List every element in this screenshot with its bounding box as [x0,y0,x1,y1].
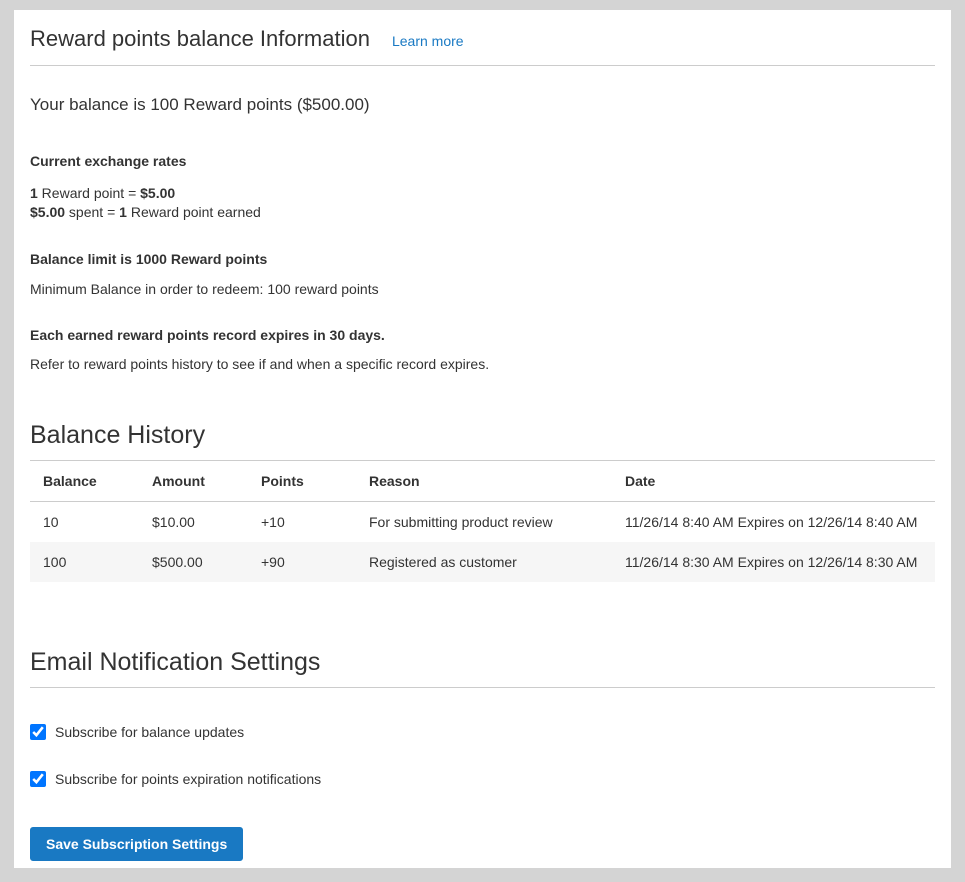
subscribe-expiration-notifications-row: Subscribe for points expiration notifica… [30,771,935,787]
cell-amount: $10.00 [139,502,248,543]
table-header-row: Balance Amount Points Reason Date [30,461,935,502]
cell-amount: $500.00 [139,542,248,582]
subscribe-expiration-notifications-checkbox[interactable] [30,771,46,787]
cell-reason: For submitting product review [356,502,612,543]
cell-date: 11/26/14 8:30 AM Expires on 12/26/14 8:3… [612,542,935,582]
exchange-rate-line-2: $5.00 spent = 1 Reward point earned [30,203,935,222]
balance-summary: Your balance is 100 Reward points ($500.… [30,95,935,115]
column-header-points: Points [248,461,356,502]
subscribe-balance-updates-label[interactable]: Subscribe for balance updates [55,724,244,740]
earned-points-value: 1 [119,204,127,220]
cell-points: +90 [248,542,356,582]
exchange-rates-heading: Current exchange rates [30,153,935,169]
column-header-reason: Reason [356,461,612,502]
cell-points: +10 [248,502,356,543]
exchange-rate-line-1: 1 Reward point = $5.00 [30,184,935,203]
balance-history-table: Balance Amount Points Reason Date 10 $10… [30,461,935,582]
exchange-line2-tail: Reward point earned [127,204,261,220]
content-card: Reward points balance Information Learn … [14,10,951,868]
page-header: Reward points balance Information Learn … [30,26,935,66]
table-row: 100 $500.00 +90 Registered as customer 1… [30,542,935,582]
column-header-amount: Amount [139,461,248,502]
minimum-balance-note: Minimum Balance in order to redeem: 100 … [30,281,935,297]
exchange-rates-lines: 1 Reward point = $5.00 $5.00 spent = 1 R… [30,184,935,222]
exchange-money-value: $5.00 [140,185,175,201]
subscribe-balance-updates-checkbox[interactable] [30,724,46,740]
save-subscription-settings-button[interactable]: Save Subscription Settings [30,827,243,861]
page-title: Reward points balance Information [30,26,370,52]
subscribe-expiration-notifications-label[interactable]: Subscribe for points expiration notifica… [55,771,321,787]
expiration-note: Refer to reward points history to see if… [30,356,935,372]
page-background: Reward points balance Information Learn … [0,0,965,882]
cell-reason: Registered as customer [356,542,612,582]
balance-history-section: Balance History Balance Amount Points Re… [30,421,935,582]
balance-history-heading: Balance History [30,421,935,461]
subscribe-balance-updates-row: Subscribe for balance updates [30,724,935,740]
expiration-notice: Each earned reward points record expires… [30,327,935,343]
cell-date: 11/26/14 8:40 AM Expires on 12/26/14 8:4… [612,502,935,543]
email-notification-settings-section: Email Notification Settings Subscribe fo… [30,648,935,861]
cell-balance: 100 [30,542,139,582]
email-notification-settings-heading: Email Notification Settings [30,648,935,688]
column-header-balance: Balance [30,461,139,502]
cell-balance: 10 [30,502,139,543]
learn-more-link[interactable]: Learn more [392,33,464,49]
table-row: 10 $10.00 +10 For submitting product rev… [30,502,935,543]
balance-limit-notice: Balance limit is 1000 Reward points [30,251,935,267]
exchange-line2-text: spent = [65,204,119,220]
exchange-points-value: 1 [30,185,38,201]
spend-money-value: $5.00 [30,204,65,220]
exchange-line1-text: Reward point = [38,185,140,201]
column-header-date: Date [612,461,935,502]
